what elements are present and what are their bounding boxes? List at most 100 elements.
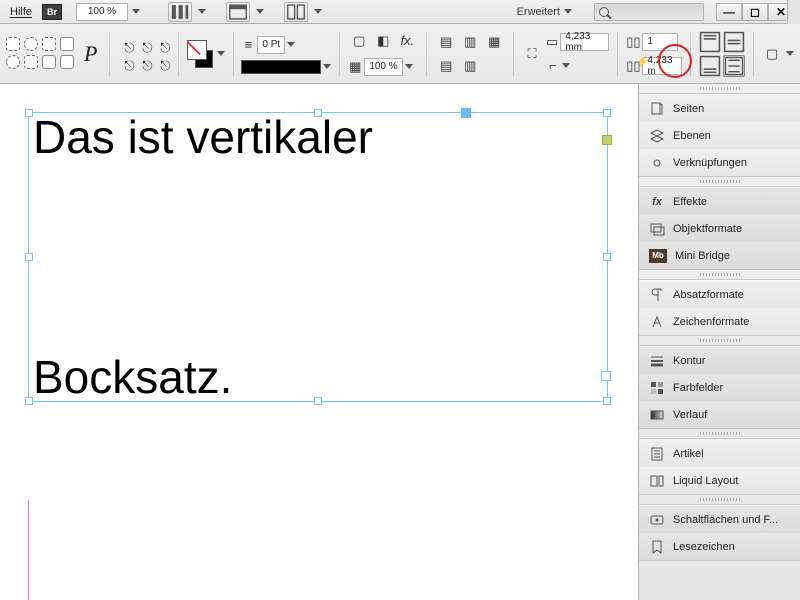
handle-n[interactable] <box>314 109 322 117</box>
text-line-2: Bocksatz. <box>33 353 603 401</box>
stroke-style-swatch[interactable] <box>241 60 321 74</box>
stroke-weight-field[interactable]: 0 Pt <box>257 36 285 54</box>
anchor-icon[interactable]: ⎋ <box>154 55 176 77</box>
panel-minibridge[interactable]: Mb Mini Bridge <box>639 242 800 269</box>
search-input[interactable] <box>594 3 704 21</box>
panel-label: Lesezeichen <box>673 541 735 553</box>
tool-cluster-1[interactable] <box>6 37 76 71</box>
panel-verknuepfungen[interactable]: Verknüpfungen <box>639 149 800 176</box>
pages-icon <box>649 101 665 117</box>
panel-label: Objektformate <box>673 223 742 235</box>
blank-icon[interactable] <box>60 37 74 51</box>
text-frame-selected[interactable]: Das ist vertikaler Bocksatz. <box>28 112 608 402</box>
panel-zeichenformate[interactable]: Zeichenformate <box>639 308 800 335</box>
handle-w[interactable] <box>25 253 33 261</box>
handle-thread-out[interactable] <box>601 371 611 381</box>
panel-lesezeichen[interactable]: Lesezeichen <box>639 533 800 560</box>
object-styles-icon <box>649 221 665 237</box>
valign-top-icon[interactable] <box>699 31 721 53</box>
new-icon[interactable]: ▢ <box>348 30 370 52</box>
marquee-icon[interactable] <box>6 37 20 51</box>
handle-e[interactable] <box>603 253 611 261</box>
panel-schaltflaechen[interactable]: Schaltflächen und F... <box>639 506 800 533</box>
panel-absatzformate[interactable]: Absatzformate <box>639 281 800 308</box>
panel-label: Liquid Layout <box>673 475 738 487</box>
wrap-shape-icon[interactable]: ▦ <box>483 31 505 53</box>
valign-justify-icon[interactable] <box>723 55 745 77</box>
wrap-bounding-icon[interactable]: ▥ <box>459 31 481 53</box>
panel-seiten[interactable]: Seiten <box>639 95 800 122</box>
stroke-weight-icon: ≡ <box>241 34 255 56</box>
tool-cluster-2[interactable]: ⎋ ⎋ ⎋ ⎋ ⎋ ⎋ <box>118 37 170 71</box>
panel-artikel[interactable]: Artikel <box>639 440 800 467</box>
paragraph-mode-icon[interactable]: P <box>80 41 101 67</box>
handle-outport[interactable] <box>602 135 612 145</box>
panel-label: Effekte <box>673 196 707 208</box>
ellipse-marquee-icon[interactable] <box>24 37 38 51</box>
panel-label: Schaltflächen und F... <box>673 514 778 526</box>
panel-label: Mini Bridge <box>675 250 730 262</box>
panel-verlauf[interactable]: Verlauf <box>639 401 800 428</box>
wrap-jump-icon[interactable]: ▤ <box>435 55 457 77</box>
fit-frame-icon[interactable]: ⛶ <box>522 43 542 65</box>
wrap-jump-next-icon[interactable]: ▥ <box>459 55 481 77</box>
zoom-value[interactable]: 100 % <box>76 3 128 21</box>
panel-ebenen[interactable]: Ebenen <box>639 122 800 149</box>
handle-se[interactable] <box>603 397 611 405</box>
panel-farbfelder[interactable]: Farbfelder <box>639 374 800 401</box>
main-area: Das ist vertikaler Bocksatz. ▸▸ ⚡ <box>0 84 800 600</box>
chevron-down-icon <box>786 51 794 56</box>
panel-kontur[interactable]: Kontur <box>639 347 800 374</box>
fx-icon[interactable]: fx. <box>396 30 418 52</box>
valign-bottom-icon[interactable] <box>699 55 721 77</box>
swatches-icon <box>649 380 665 396</box>
handle-ne[interactable] <box>603 109 611 117</box>
valign-center-icon[interactable] <box>723 31 745 53</box>
opacity-icon: ▦ <box>348 56 362 78</box>
bridge-badge[interactable]: Br <box>42 4 62 20</box>
text-content[interactable]: Das ist vertikaler Bocksatz. <box>29 113 607 401</box>
blank-icon[interactable] <box>60 55 74 69</box>
document-canvas[interactable]: Das ist vertikaler Bocksatz. <box>0 84 638 600</box>
handle-s[interactable] <box>314 397 322 405</box>
arrange-documents-icon[interactable] <box>284 2 308 22</box>
stroke-icon <box>649 353 665 369</box>
view-options-icon[interactable] <box>168 2 192 22</box>
layers-icon <box>649 128 665 144</box>
panel-liquid-layout[interactable]: Liquid Layout <box>639 467 800 494</box>
panel-gripper[interactable] <box>639 177 800 187</box>
screen-mode-icon[interactable] <box>226 2 250 22</box>
blank-icon[interactable] <box>42 55 56 69</box>
panel-gripper[interactable] <box>639 495 800 505</box>
chevron-down-icon <box>217 51 225 56</box>
ellipse-icon[interactable] <box>6 55 20 69</box>
opacity-field[interactable]: 100 % <box>364 58 402 76</box>
maximize-button[interactable]: ◻ <box>742 3 768 21</box>
panel-objektformate[interactable]: Objektformate <box>639 215 800 242</box>
handle-anchor[interactable] <box>461 108 471 118</box>
handle-sw[interactable] <box>25 397 33 405</box>
wrap-none-icon[interactable]: ▤ <box>435 31 457 53</box>
marquee-icon[interactable] <box>42 37 56 51</box>
handle-nw[interactable] <box>25 109 33 117</box>
workspace-switcher[interactable]: Erweitert <box>517 6 572 18</box>
chevron-down-icon <box>256 9 264 14</box>
help-menu[interactable]: Hilfe <box>6 4 36 20</box>
minimize-button[interactable]: — <box>716 3 742 21</box>
panel-gripper[interactable] <box>639 429 800 439</box>
zoom-control[interactable]: 100 % <box>76 3 140 21</box>
right-panel-dock: ▸▸ ⚡ Seiten Ebenen Verknüpfungen fx Effe… <box>638 84 800 600</box>
panel-gripper[interactable] <box>639 270 800 280</box>
rect-icon[interactable] <box>24 55 38 69</box>
panel-gripper[interactable] <box>639 336 800 346</box>
inset-field[interactable]: 4,233 mm <box>560 33 609 51</box>
options-icon[interactable]: ▢ <box>762 43 782 65</box>
panel-gripper[interactable] <box>639 84 800 94</box>
panel-effekte[interactable]: fx Effekte <box>639 188 800 215</box>
guide-line <box>28 500 29 600</box>
gradient-icon <box>649 407 665 423</box>
lightning-icon[interactable]: ⚡ <box>634 48 652 74</box>
fill-stroke-swatch[interactable] <box>187 40 212 68</box>
window-controls: — ◻ ✕ <box>716 3 794 21</box>
gradient-icon[interactable]: ◧ <box>372 30 394 52</box>
